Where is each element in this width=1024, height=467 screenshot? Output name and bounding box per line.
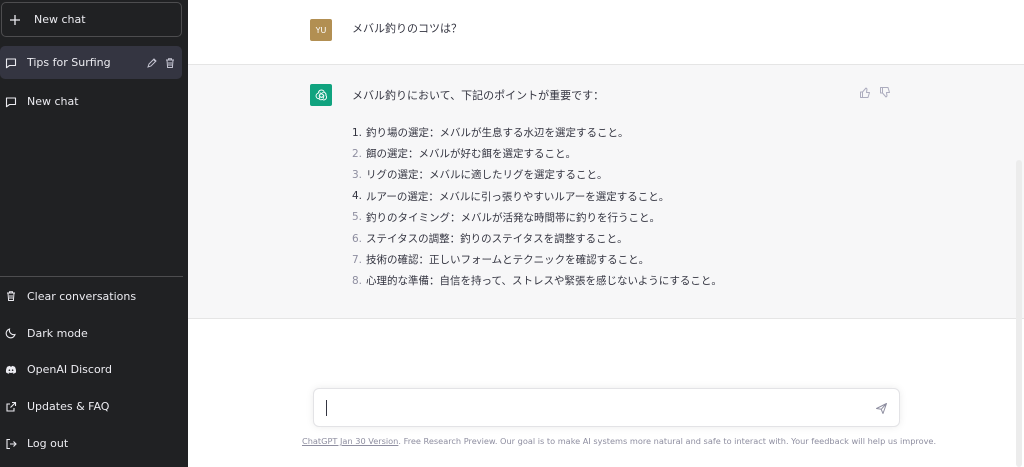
logout-icon (5, 438, 17, 450)
trash-icon[interactable] (164, 57, 176, 69)
chat-bubble-icon (5, 96, 17, 108)
prompt-input[interactable] (324, 399, 844, 419)
conversation-label: New chat (27, 95, 79, 108)
menu-item-updates-faq[interactable]: Updates & FAQ (0, 388, 188, 425)
new-chat-label: New chat (34, 13, 86, 26)
user-message-text: メバル釣りのコツは？ (352, 22, 462, 35)
assistant-intro-text: メバル釣りにおいて、下記のポイントが重要です： (352, 89, 605, 102)
footer-disclaimer: ChatGPT Jan 30 Version. Free Research Pr… (302, 436, 936, 446)
edit-icon[interactable] (146, 57, 158, 69)
sidebar: New chat Tips for Surfing New chat Clear… (0, 0, 188, 467)
thumbs-up-icon[interactable] (859, 86, 872, 99)
assistant-answer-list: 1. 釣り場の選定：メバルが生息する水辺を選定すること。 2. 餌の選定：メバルが好… (352, 122, 722, 292)
openai-logo-icon (310, 84, 332, 106)
assistant-message-row: メバル釣りにおいて、下記のポイントが重要です： 1. 釣り場の選定：メバルが生息す… (188, 65, 1024, 319)
version-link[interactable]: ChatGPT Jan 30 Version (302, 436, 398, 446)
user-avatar: YU (310, 19, 332, 41)
list-item: 4. ルアーの選定：メバルに引っ張りやすいルアーを選定すること。 (352, 190, 670, 203)
menu-item-label: Updates & FAQ (27, 400, 110, 414)
list-item: 7. 技術の確認：正しいフォームとテクニックを確認すること。 (352, 253, 650, 267)
menu-item-openai-discord[interactable]: OpenAI Discord (0, 352, 188, 389)
scrollbar[interactable] (1016, 160, 1022, 467)
conversation-item-new-chat[interactable]: New chat (0, 85, 182, 118)
conversation-list: Tips for Surfing New chat (0, 46, 188, 124)
external-link-icon (5, 401, 17, 413)
sidebar-divider (0, 276, 183, 277)
menu-item-label: Clear conversations (27, 289, 137, 303)
chat-bubble-icon (5, 57, 17, 69)
menu-item-label: Log out (27, 437, 69, 451)
prompt-input-box (313, 388, 900, 427)
menu-item-clear-conversations[interactable]: Clear conversations (0, 278, 188, 315)
list-item: 3. リグの選定：メバルに適したリグを選定すること。 (352, 168, 608, 182)
discord-icon (5, 364, 17, 376)
menu-item-dark-mode[interactable]: Dark mode (0, 315, 188, 352)
send-button[interactable] (874, 401, 888, 415)
menu-item-log-out[interactable]: Log out (0, 425, 188, 462)
thumbs-down-icon[interactable] (879, 86, 892, 99)
list-item: 8. 心理的な準備：自信を持って、ストレスや緊張を感じないようにすること。 (352, 274, 722, 288)
list-item: 5. 釣りのタイミング：メバルが活発な時間帯に釣りを行うこと。 (352, 211, 660, 224)
sidebar-bottom-menu: Clear conversations Dark mode OpenAI Dis… (0, 278, 188, 462)
send-icon (875, 402, 887, 414)
moon-icon (5, 327, 17, 339)
plus-icon (9, 14, 21, 26)
conversation-label: Tips for Surfing (27, 56, 111, 69)
trash-icon (5, 290, 17, 302)
user-message-row: YU メバル釣りのコツは？ (188, 0, 1024, 65)
footer-text: . Free Research Preview. Our goal is to … (398, 436, 937, 446)
new-chat-button[interactable]: New chat (1, 2, 182, 37)
feedback-buttons (859, 86, 892, 99)
chat-main: YU メバル釣りのコツは？ メバル釣りにおいて、下記のポイントが重要です： 1.… (188, 0, 1024, 467)
menu-item-label: Dark mode (27, 326, 88, 340)
list-item: 2. 餌の選定：メバルが好む餌を選定すること。 (352, 147, 576, 161)
list-item: 1. 釣り場の選定：メバルが生息する水辺を選定すること。 (352, 126, 629, 140)
menu-item-label: OpenAI Discord (27, 363, 112, 377)
list-item: 6. ステイタスの調整：釣りのステイタスを調整すること。 (352, 232, 628, 246)
conversation-item-tips-for-surfing[interactable]: Tips for Surfing (0, 46, 182, 79)
